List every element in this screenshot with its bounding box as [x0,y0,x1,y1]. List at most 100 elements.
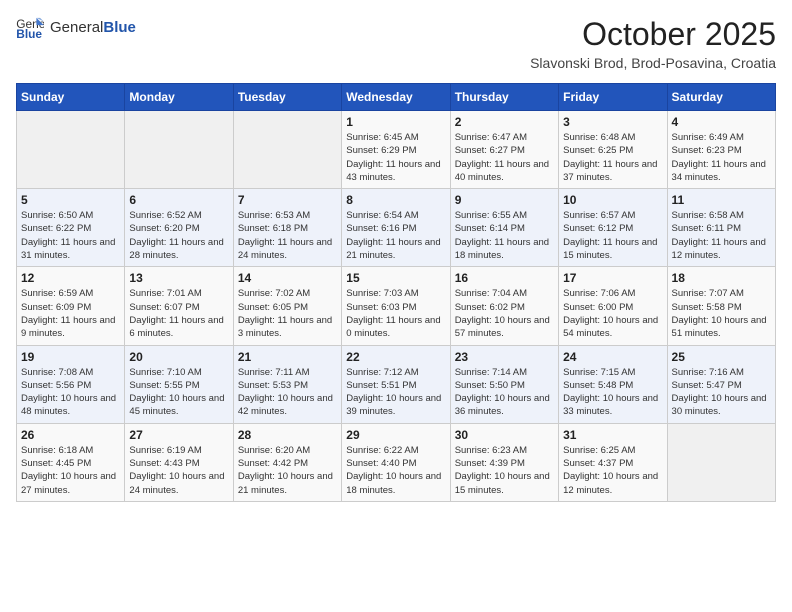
calendar-week-4: 19Sunrise: 7:08 AM Sunset: 5:56 PM Dayli… [17,345,776,423]
day-info: Sunrise: 6:50 AM Sunset: 6:22 PM Dayligh… [21,209,120,262]
col-thursday: Thursday [450,84,558,111]
day-info: Sunrise: 6:18 AM Sunset: 4:45 PM Dayligh… [21,444,120,497]
day-info: Sunrise: 7:02 AM Sunset: 6:05 PM Dayligh… [238,287,337,340]
day-number: 9 [455,193,554,207]
day-number: 20 [129,350,228,364]
title-block: October 2025 Slavonski Brod, Brod-Posavi… [530,16,776,71]
day-info: Sunrise: 7:08 AM Sunset: 5:56 PM Dayligh… [21,366,120,419]
day-number: 4 [672,115,771,129]
day-number: 18 [672,271,771,285]
calendar-cell: 14 Sunrise: 7:02 AM Sunset: 6:05 PM Dayli… [233,267,341,345]
svg-text:Blue: Blue [16,27,42,38]
calendar-cell: 1 Sunrise: 6:45 AM Sunset: 6:29 PM Daylig… [342,111,450,189]
day-number: 29 [346,428,445,442]
calendar-cell: 4 Sunrise: 6:49 AM Sunset: 6:23 PM Daylig… [667,111,775,189]
calendar-cell [667,423,775,501]
page-header: General Blue General Blue October 2025 S… [16,16,776,71]
day-info: Sunrise: 6:58 AM Sunset: 6:11 PM Dayligh… [672,209,771,262]
calendar-cell [17,111,125,189]
day-number: 1 [346,115,445,129]
col-sunday: Sunday [17,84,125,111]
day-info: Sunrise: 6:22 AM Sunset: 4:40 PM Dayligh… [346,444,445,497]
calendar-cell: 19Sunrise: 7:08 AM Sunset: 5:56 PM Dayli… [17,345,125,423]
calendar-cell: 21Sunrise: 7:11 AM Sunset: 5:53 PM Dayli… [233,345,341,423]
day-number: 8 [346,193,445,207]
calendar-cell: 28 Sunrise: 6:20 AM Sunset: 4:42 PM Dayli… [233,423,341,501]
calendar-cell: 13 Sunrise: 7:01 AM Sunset: 6:07 PM Dayli… [125,267,233,345]
day-info: Sunrise: 6:45 AM Sunset: 6:29 PM Dayligh… [346,131,445,184]
calendar-cell: 24Sunrise: 7:15 AM Sunset: 5:48 PM Dayli… [559,345,667,423]
day-number: 12 [21,271,120,285]
header-row: Sunday Monday Tuesday Wednesday Thursday… [17,84,776,111]
calendar-cell: 18 Sunrise: 7:07 AM Sunset: 5:58 PM Dayli… [667,267,775,345]
calendar-cell: 29 Sunrise: 6:22 AM Sunset: 4:40 PM Dayli… [342,423,450,501]
calendar-week-3: 12Sunrise: 6:59 AM Sunset: 6:09 PM Dayli… [17,267,776,345]
calendar-cell: 6Sunrise: 6:52 AM Sunset: 6:20 PM Daylig… [125,189,233,267]
calendar-cell: 26 Sunrise: 6:18 AM Sunset: 4:45 PM Dayli… [17,423,125,501]
col-saturday: Saturday [667,84,775,111]
day-info: Sunrise: 6:47 AM Sunset: 6:27 PM Dayligh… [455,131,554,184]
day-info: Sunrise: 7:15 AM Sunset: 5:48 PM Dayligh… [563,366,662,419]
month-title: October 2025 [530,16,776,53]
day-info: Sunrise: 7:04 AM Sunset: 6:02 PM Dayligh… [455,287,554,340]
day-number: 28 [238,428,337,442]
day-number: 6 [129,193,228,207]
calendar-cell [125,111,233,189]
day-info: Sunrise: 7:03 AM Sunset: 6:03 PM Dayligh… [346,287,445,340]
day-number: 26 [21,428,120,442]
calendar-cell [233,111,341,189]
calendar-cell: 16 Sunrise: 7:04 AM Sunset: 6:02 PM Dayli… [450,267,558,345]
calendar-cell: 7Sunrise: 6:53 AM Sunset: 6:18 PM Daylig… [233,189,341,267]
day-number: 11 [672,193,771,207]
day-info: Sunrise: 7:12 AM Sunset: 5:51 PM Dayligh… [346,366,445,419]
calendar-cell: 25Sunrise: 7:16 AM Sunset: 5:47 PM Dayli… [667,345,775,423]
day-info: Sunrise: 7:11 AM Sunset: 5:53 PM Dayligh… [238,366,337,419]
calendar-cell: 5 Sunrise: 6:50 AM Sunset: 6:22 PM Daylig… [17,189,125,267]
day-number: 10 [563,193,662,207]
logo-icon: General Blue [16,16,44,38]
day-info: Sunrise: 7:06 AM Sunset: 6:00 PM Dayligh… [563,287,662,340]
day-number: 16 [455,271,554,285]
calendar-cell: 15 Sunrise: 7:03 AM Sunset: 6:03 PM Dayli… [342,267,450,345]
day-number: 15 [346,271,445,285]
day-number: 27 [129,428,228,442]
day-info: Sunrise: 6:57 AM Sunset: 6:12 PM Dayligh… [563,209,662,262]
day-info: Sunrise: 6:48 AM Sunset: 6:25 PM Dayligh… [563,131,662,184]
calendar-cell: 12Sunrise: 6:59 AM Sunset: 6:09 PM Dayli… [17,267,125,345]
calendar-cell: 11 Sunrise: 6:58 AM Sunset: 6:11 PM Dayli… [667,189,775,267]
day-info: Sunrise: 6:55 AM Sunset: 6:14 PM Dayligh… [455,209,554,262]
day-number: 22 [346,350,445,364]
calendar-cell: 2Sunrise: 6:47 AM Sunset: 6:27 PM Daylig… [450,111,558,189]
day-info: Sunrise: 7:10 AM Sunset: 5:55 PM Dayligh… [129,366,228,419]
logo-blue-text: Blue [103,19,136,36]
day-info: Sunrise: 6:25 AM Sunset: 4:37 PM Dayligh… [563,444,662,497]
day-info: Sunrise: 7:14 AM Sunset: 5:50 PM Dayligh… [455,366,554,419]
col-tuesday: Tuesday [233,84,341,111]
calendar-table: Sunday Monday Tuesday Wednesday Thursday… [16,83,776,502]
day-info: Sunrise: 6:49 AM Sunset: 6:23 PM Dayligh… [672,131,771,184]
calendar-week-5: 26 Sunrise: 6:18 AM Sunset: 4:45 PM Dayli… [17,423,776,501]
calendar-cell: 23 Sunrise: 7:14 AM Sunset: 5:50 PM Dayli… [450,345,558,423]
day-info: Sunrise: 7:01 AM Sunset: 6:07 PM Dayligh… [129,287,228,340]
calendar-cell: 22 Sunrise: 7:12 AM Sunset: 5:51 PM Dayli… [342,345,450,423]
day-info: Sunrise: 6:20 AM Sunset: 4:42 PM Dayligh… [238,444,337,497]
location-text: Slavonski Brod, Brod-Posavina, Croatia [530,55,776,71]
day-info: Sunrise: 6:19 AM Sunset: 4:43 PM Dayligh… [129,444,228,497]
day-number: 14 [238,271,337,285]
day-number: 5 [21,193,120,207]
calendar-week-1: 1 Sunrise: 6:45 AM Sunset: 6:29 PM Daylig… [17,111,776,189]
day-info: Sunrise: 6:54 AM Sunset: 6:16 PM Dayligh… [346,209,445,262]
day-number: 13 [129,271,228,285]
calendar-cell: 31 Sunrise: 6:25 AM Sunset: 4:37 PM Dayli… [559,423,667,501]
day-number: 23 [455,350,554,364]
day-number: 17 [563,271,662,285]
logo: General Blue General Blue [16,16,136,38]
calendar-week-2: 5 Sunrise: 6:50 AM Sunset: 6:22 PM Daylig… [17,189,776,267]
logo-general-text: General [50,19,103,36]
day-number: 31 [563,428,662,442]
day-info: Sunrise: 6:23 AM Sunset: 4:39 PM Dayligh… [455,444,554,497]
col-friday: Friday [559,84,667,111]
day-number: 3 [563,115,662,129]
calendar-cell: 9 Sunrise: 6:55 AM Sunset: 6:14 PM Daylig… [450,189,558,267]
day-info: Sunrise: 7:07 AM Sunset: 5:58 PM Dayligh… [672,287,771,340]
